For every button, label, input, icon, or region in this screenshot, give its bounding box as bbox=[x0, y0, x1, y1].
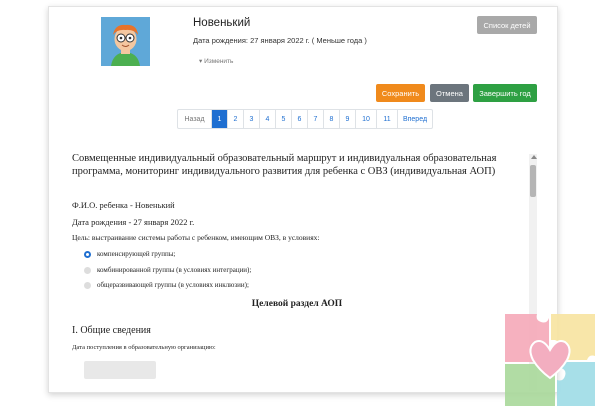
scrollbar-thumb[interactable] bbox=[530, 165, 536, 197]
scroll-up-icon[interactable] bbox=[531, 155, 537, 159]
page-link[interactable]: 3 bbox=[244, 110, 260, 128]
pagination-prev[interactable]: Назад bbox=[178, 110, 212, 128]
admission-date-input[interactable] bbox=[84, 361, 156, 379]
child-avatar bbox=[101, 17, 150, 66]
page-link[interactable]: 6 bbox=[292, 110, 308, 128]
puzzle-heart-logo bbox=[499, 310, 600, 410]
child-name: Новенький bbox=[193, 17, 251, 29]
general-info-heading: I. Общие сведения bbox=[72, 325, 151, 336]
radio-general-group[interactable]: общеразвивающей группы (в условиях инклю… bbox=[84, 281, 249, 289]
page-link[interactable]: 4 bbox=[260, 110, 276, 128]
page-link[interactable]: 7 bbox=[308, 110, 324, 128]
child-fio: Ф.И.О. ребенка - Новенький bbox=[72, 200, 175, 210]
radio-label: общеразвивающей группы (в условиях инклю… bbox=[97, 281, 249, 289]
admission-date-label: Дата поступления в образовательную орган… bbox=[72, 344, 216, 351]
radio-compensating-group[interactable]: компенсирующей группы; bbox=[84, 250, 175, 258]
caret-down-icon: ▾ bbox=[199, 58, 203, 65]
page-link[interactable]: 11 bbox=[377, 110, 398, 128]
edit-link[interactable]: ▾ Изменить bbox=[199, 57, 233, 65]
finish-year-button[interactable]: Завершить год bbox=[473, 84, 537, 102]
goal-text: Цель: выстраивание системы работы с ребе… bbox=[72, 233, 320, 242]
child-birthdate: Дата рождения: 27 января 2022 г. ( Меньш… bbox=[193, 36, 367, 45]
edit-link-label: Изменить bbox=[204, 58, 234, 65]
child-card: Новенький Дата рождения: 27 января 2022 … bbox=[48, 6, 558, 393]
page-link[interactable]: 2 bbox=[228, 110, 244, 128]
radio-combined-group[interactable]: комбинированной группы (в условиях интег… bbox=[84, 266, 251, 274]
child-birth-line: Дата рождения - 27 января 2022 г. bbox=[72, 217, 195, 227]
page-link[interactable]: 9 bbox=[340, 110, 356, 128]
page-link[interactable]: 1 bbox=[212, 110, 228, 128]
radio-selected-icon[interactable] bbox=[84, 250, 91, 258]
section-heading: Целевой раздел АОП bbox=[251, 299, 343, 309]
cancel-button[interactable]: Отмена bbox=[430, 84, 469, 102]
radio-icon[interactable] bbox=[84, 281, 91, 289]
page-link[interactable]: 8 bbox=[324, 110, 340, 128]
radio-label: комбинированной группы (в условиях интег… bbox=[97, 266, 252, 274]
page-link[interactable]: 5 bbox=[276, 110, 292, 128]
pagination: Назад 1 2 3 4 5 6 7 8 9 10 11 Вперед bbox=[177, 109, 433, 129]
save-button[interactable]: Сохранить bbox=[376, 84, 425, 102]
page-link[interactable]: 10 bbox=[356, 110, 377, 128]
radio-icon[interactable] bbox=[84, 266, 91, 274]
children-list-button[interactable]: Список детей bbox=[477, 16, 537, 34]
pagination-next[interactable]: Вперед bbox=[398, 110, 432, 128]
document-title: Совмещенные индивидуальный образовательн… bbox=[72, 153, 497, 177]
radio-label: компенсирующей группы; bbox=[97, 250, 176, 258]
